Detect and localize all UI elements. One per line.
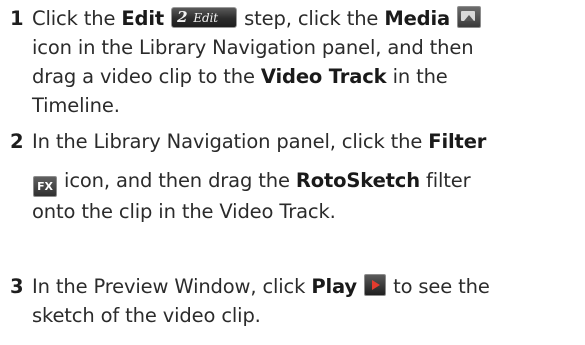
step-number: 2 — [10, 130, 24, 153]
media-term: Media — [384, 7, 451, 30]
media-icon — [457, 6, 482, 28]
instruction-steps: 1 Click the Edit 2 Edit step, click the M… — [0, 0, 585, 345]
filter-fx-icon: FX — [33, 176, 57, 197]
step-text: In the Library Navigation panel, click t… — [32, 130, 487, 223]
step-text: In the Preview Window, click Play to see… — [32, 274, 490, 327]
edit-term: Edit — [121, 7, 165, 30]
step-number: 3 — [10, 275, 24, 298]
step-text: Click the Edit 2 Edit step, click the Med… — [32, 4, 580, 120]
play-icon — [364, 274, 387, 296]
play-term: Play — [311, 275, 357, 298]
edit-step-icon: 2 Edit — [171, 7, 238, 28]
video-track-term: Video Track — [260, 65, 387, 88]
filter-term: Filter — [428, 130, 487, 153]
step-number: 1 — [10, 7, 24, 30]
rotosketch-term: RotoSketch — [295, 169, 420, 192]
